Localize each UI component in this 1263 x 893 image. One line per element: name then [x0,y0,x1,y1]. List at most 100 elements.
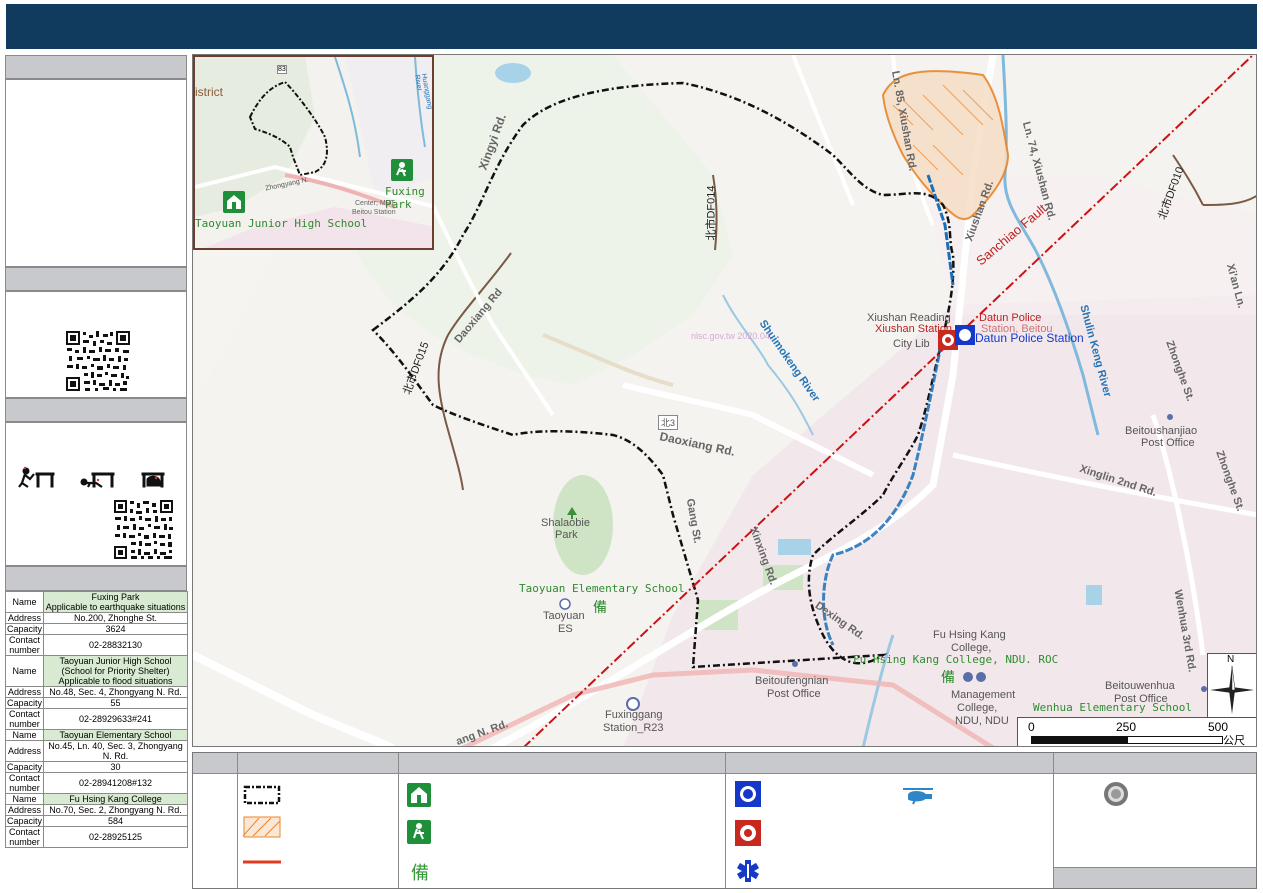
hazard-zone-symbol [243,816,281,838]
quake-safety-box [5,422,187,566]
row-label: Address [4,740,45,762]
row-value: Fu Hsing Kang College [43,793,188,805]
row-label: Capacity [4,623,45,635]
label-df014: 北市DF014 [705,185,718,241]
park-tree-icon [567,507,577,519]
inset-label-route: 83 [277,65,287,74]
row-label: Capacity [4,697,45,709]
table-row: Name Taoyuan Junior High School (School f… [4,655,188,687]
row-label: Capacity [4,815,45,827]
reserve-shelter-icon: 備 [411,863,429,883]
row-value: 584 [43,815,188,827]
row-label: Name [4,591,45,613]
inset-label-center-mrt: Center; MRT [355,200,395,207]
police-station-icon[interactable] [955,325,975,345]
description-box [5,79,187,267]
label-taoyuan: Taoyuan [543,610,585,622]
medical-star-icon [736,860,760,882]
inset-label-fuxing-park: Fuxing Park [385,185,425,211]
row-label: Address [4,686,45,698]
table-row: Contact number 02-28832130 [4,634,188,656]
table-row: Capacity 30 [4,761,188,773]
table-row: Address No.48, Sec. 4, Zhongyang N. Rd. [4,686,188,698]
table-row: Capacity 584 [4,815,188,827]
park-shelter-icon[interactable] [391,159,413,181]
row-value: No.45, Ln. 40, Sec. 3, Zhongyang N. Rd. [43,740,188,762]
row-label: Capacity [4,761,45,773]
label-wenhua-es: Wenhua Elementary School [1033,701,1192,714]
row-value: 30 [43,761,188,773]
row-value: Taoyuan Elementary School [43,729,188,741]
row-value: No.48, Sec. 4, Zhongyang N. Rd. [43,686,188,698]
helicopter-icon [903,788,933,805]
evac-boundary-symbol [243,785,281,805]
label-post-office-1: Post Office [1141,437,1195,449]
row-label: Name [4,729,45,741]
label-watermark: nlsc.gov.tw 2020.04 [691,331,770,341]
park-shelter-icon [407,820,431,844]
row-value: 55 [43,697,188,709]
qr-code[interactable] [113,499,174,560]
row-value: 02-28929633#241 [43,708,188,730]
table-row: Address No.45, Ln. 40, Sec. 3, Zhongyang … [4,740,188,762]
compass-icon [1210,665,1254,714]
main-map[interactable]: Xiushan Reading Xiushan Station City Lib… [192,54,1257,747]
inset-label-taoyuan-jhs: Taoyuan Junior High School [195,217,368,230]
table-row: Name Fu Hsing Kang College [4,793,188,805]
table-row: Capacity 3624 [4,623,188,635]
header-bar [6,4,1257,49]
legend-footer [1054,868,1256,888]
row-value: 02-28941208#132 [43,772,188,794]
label-bei: 備 [593,600,607,616]
scale-tick-0: 0 [1028,720,1035,734]
scale-tick-250: 250 [1116,720,1137,734]
row-value: No.200, Zhonghe St. [43,612,188,624]
label-shalaobie: Shalaobie [541,517,590,529]
label-management-a: Management [951,689,1016,701]
row-label: Contact number [4,634,45,656]
row-value: 02-28832130 [43,634,188,656]
row-label: Contact number [4,826,45,848]
legend: 備 [192,752,1257,889]
table-row: Capacity 55 [4,697,188,709]
label-taoyuan-es-school: Taoyuan Elementary School [519,582,685,595]
row-value: 3624 [43,623,188,635]
shelter-building-icon [407,783,431,807]
label-station-r23: Station_R23 [603,722,664,734]
row-value: Taoyuan Junior High School (School for P… [43,655,188,687]
label-park: Park [555,529,578,541]
label-beitoushanjiao: Beitoushanjiao [1125,425,1198,437]
inset-map[interactable]: istrict Fuxing Park Taoyuan Junior High … [193,55,434,250]
row-label: Address [4,612,45,624]
scale-unit: 公尺 [1223,735,1245,747]
row-value: Fuxing Park Applicable to earthquake sit… [43,591,188,613]
label-route-bei3: 北3 [658,415,679,430]
school-icon [559,598,571,610]
label-city-lib: City Lib [893,338,930,350]
label-management-b: College, [957,702,998,714]
drop-cover-hold-icon [18,466,165,488]
table-row: Name Fuxing Park Applicable to earthquake… [4,591,188,613]
table-row: Contact number 02-28929633#241 [4,708,188,730]
shelter-building-icon[interactable] [223,191,245,213]
qr-code[interactable] [65,330,131,392]
qr-box-1 [5,291,187,398]
table-row: Name Taoyuan Elementary School [4,729,188,741]
row-value: No.70, Sec. 2, Zhongyang N. Rd. [43,804,188,816]
label-post-office-2: Post Office [767,688,821,700]
section-header-2 [5,267,187,291]
table-row: Address No.70, Sec. 2, Zhongyang N. Rd. [4,804,188,816]
row-label: Name [4,793,45,805]
label-beitouwenhua: Beitouwenhua [1105,680,1175,692]
table-row: Contact number 02-28925125 [4,826,188,848]
section-header-3 [5,398,187,422]
label-bei-2: 備 [941,670,955,686]
label-es: ES [558,623,573,635]
fire-station-icon [735,820,761,846]
label-datun-police-station: Datun Police Station [975,331,1084,345]
table-row: Address No.200, Zhonghe St. [4,612,188,624]
row-label: Contact number [4,708,45,730]
row-label: Name [4,655,45,687]
section-header-4 [5,566,187,591]
inset-label-beitou-station: Beitou Station [352,209,396,216]
